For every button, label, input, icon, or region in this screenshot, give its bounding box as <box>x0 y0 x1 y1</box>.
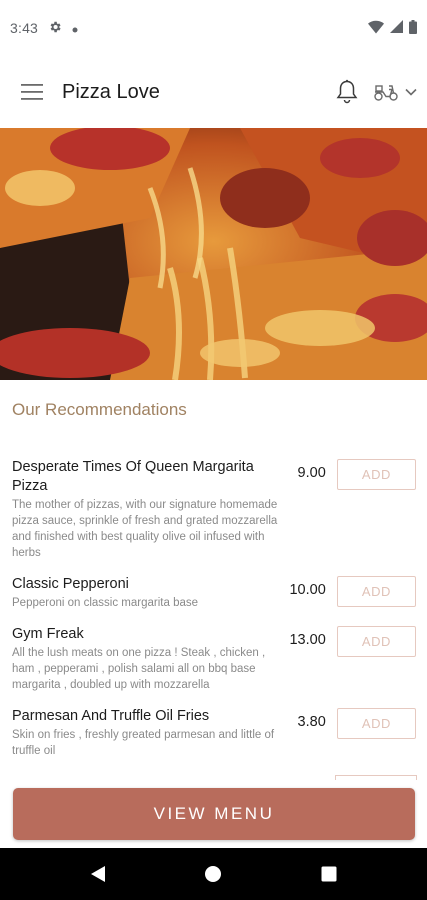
battery-icon <box>409 19 417 37</box>
add-button[interactable]: ADD <box>336 626 416 657</box>
item-description: The mother of pizzas, with our signature… <box>12 499 278 559</box>
item-description: All the lush meats on one pizza ! Steak … <box>12 647 266 691</box>
item-name: Classic Pepperoni <box>12 576 129 592</box>
hamburger-menu-icon[interactable] <box>12 72 52 112</box>
view-menu-button[interactable]: VIEW MENU <box>13 788 415 840</box>
item-name: Parmesan And Truffle Oil Fries <box>12 708 210 724</box>
list-item: Gym Freak All the lush meats on one pizz… <box>0 625 427 693</box>
item-description: Pepperoni on classic margarita base <box>12 597 199 609</box>
status-bar: 3:43 <box>0 0 427 56</box>
app-bar: Pizza Love <box>0 56 427 128</box>
add-button[interactable]: ADD <box>336 576 416 607</box>
wifi-icon <box>368 20 384 37</box>
recommendations-list: Desperate Times Of Queen Margarita Pizza… <box>0 458 427 780</box>
recents-icon[interactable] <box>309 854 349 894</box>
item-price: 10.00 <box>289 582 326 598</box>
item-name: Desperate Times Of Queen Margarita Pizza <box>12 459 254 494</box>
add-button[interactable]: ADD <box>336 708 416 739</box>
item-price: 9.00 <box>297 465 326 481</box>
item-description: Skin on fries , freshly greated parmesan… <box>12 729 275 757</box>
chevron-down-icon[interactable] <box>405 83 417 101</box>
item-name: Gym Freak <box>12 626 84 642</box>
home-icon[interactable] <box>193 854 233 894</box>
hero-pizza-image <box>0 128 427 380</box>
item-price: 13.00 <box>289 632 326 648</box>
add-button[interactable]: ADD <box>336 459 416 490</box>
list-item: Parmesan And Truffle Oil Fries Skin on f… <box>0 707 427 759</box>
bell-icon[interactable] <box>335 79 359 105</box>
list-item: Classic Pepperoni Pepperoni on classic m… <box>0 575 427 611</box>
dot-icon <box>72 20 78 36</box>
system-nav-bar <box>0 848 427 900</box>
gear-icon <box>48 20 62 37</box>
list-item: Desperate Times Of Queen Margarita Pizza… <box>0 458 427 561</box>
back-icon[interactable] <box>78 854 118 894</box>
section-title: Our Recommendations <box>12 400 187 419</box>
item-price: 3.80 <box>297 714 326 730</box>
app-title: Pizza Love <box>62 80 160 103</box>
scooter-icon[interactable] <box>373 82 417 102</box>
status-time: 3:43 <box>10 20 39 36</box>
signal-icon <box>390 20 403 36</box>
